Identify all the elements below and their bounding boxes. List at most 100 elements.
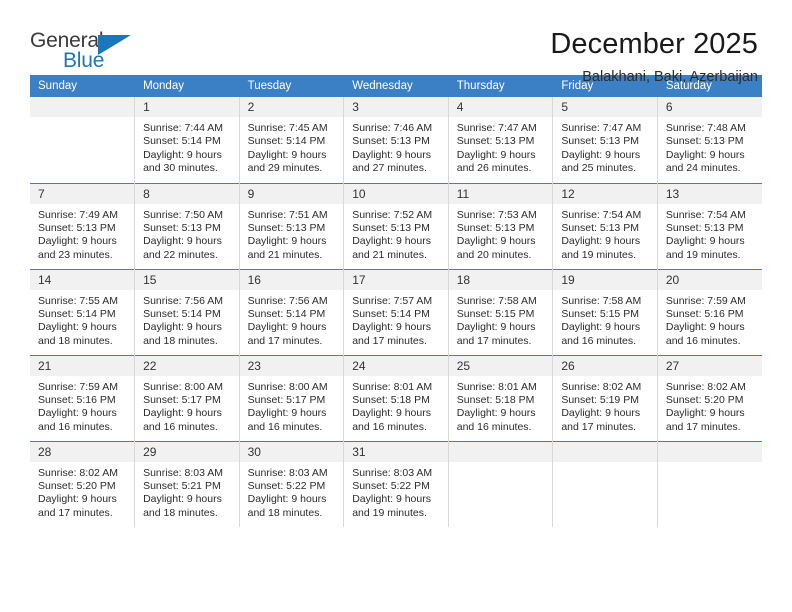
sunset-text: Sunset: 5:14 PM xyxy=(247,135,326,148)
day-details: Sunrise: 7:55 AM Sunset: 5:14 PM Dayligh… xyxy=(30,290,134,349)
sunrise-text: Sunrise: 7:47 AM xyxy=(561,122,642,134)
sunrise-text: Sunrise: 7:59 AM xyxy=(38,380,118,393)
calendar-day-cell[interactable]: 13 Sunrise: 7:54 AM Sunset: 5:13 PM Dayl… xyxy=(657,182,762,269)
calendar-day-cell[interactable]: 21 Sunrise: 7:59 AM Sunset: 5:16 PM Dayl… xyxy=(30,354,136,441)
calendar-day-cell[interactable]: 20 Sunrise: 7:59 AM Sunset: 5:16 PM Dayl… xyxy=(657,268,762,355)
calendar-day-cell[interactable]: 25 Sunrise: 8:01 AM Sunset: 5:18 PM Dayl… xyxy=(448,354,554,441)
weekday-header-wednesday: Wednesday xyxy=(343,75,449,97)
calendar-day-cell[interactable]: 15 Sunrise: 7:56 AM Sunset: 5:14 PM Dayl… xyxy=(134,268,240,355)
day-number: 15 xyxy=(135,269,239,290)
daylight-text-line1: Daylight: 9 hours xyxy=(561,235,641,248)
day-number: 5 xyxy=(553,97,657,117)
brand-logo[interactable]: General Blue xyxy=(30,28,150,76)
calendar-day-cell[interactable]: 10 Sunrise: 7:52 AM Sunset: 5:13 PM Dayl… xyxy=(343,182,449,269)
day-details: Sunrise: 8:01 AM Sunset: 5:18 PM Dayligh… xyxy=(449,376,553,435)
sunset-text: Sunset: 5:14 PM xyxy=(247,307,326,320)
daylight-text-line2: and 16 minutes. xyxy=(247,420,323,433)
calendar-day-cell[interactable]: 3 Sunrise: 7:46 AM Sunset: 5:13 PM Dayli… xyxy=(343,97,449,183)
daylight-text-line1: Daylight: 9 hours xyxy=(143,235,222,248)
calendar-day-cell[interactable]: 1 Sunrise: 7:44 AM Sunset: 5:14 PM Dayli… xyxy=(134,97,240,183)
calendar-day-cell[interactable]: 31 Sunrise: 8:03 AM Sunset: 5:22 PM Dayl… xyxy=(343,440,449,527)
day-details: Sunrise: 7:46 AM Sunset: 5:13 PM Dayligh… xyxy=(344,117,448,176)
calendar-day-cell[interactable]: 24 Sunrise: 8:01 AM Sunset: 5:18 PM Dayl… xyxy=(343,354,449,441)
calendar-day-cell[interactable]: 28 Sunrise: 8:02 AM Sunset: 5:20 PM Dayl… xyxy=(30,440,136,527)
day-details xyxy=(449,462,553,467)
sunrise-text: Sunrise: 7:54 AM xyxy=(665,208,746,221)
sunrise-text: Sunrise: 7:57 AM xyxy=(352,294,433,307)
sunrise-text: Sunrise: 7:55 AM xyxy=(38,294,118,307)
sunset-text: Sunset: 5:13 PM xyxy=(665,221,744,234)
sunrise-text: Sunrise: 7:51 AM xyxy=(247,208,328,221)
sunrise-text: Sunrise: 7:58 AM xyxy=(456,294,537,307)
calendar-day-cell[interactable]: 22 Sunrise: 8:00 AM Sunset: 5:17 PM Dayl… xyxy=(134,354,240,441)
calendar-day-cell[interactable]: 16 Sunrise: 7:56 AM Sunset: 5:14 PM Dayl… xyxy=(239,268,345,355)
sunrise-text: Sunrise: 8:03 AM xyxy=(352,466,433,479)
sunset-text: Sunset: 5:18 PM xyxy=(456,393,535,406)
daylight-text-line2: and 16 minutes. xyxy=(143,420,218,433)
calendar-day-cell[interactable]: 18 Sunrise: 7:58 AM Sunset: 5:15 PM Dayl… xyxy=(448,268,554,355)
day-details: Sunrise: 7:49 AM Sunset: 5:13 PM Dayligh… xyxy=(30,204,134,263)
daylight-text-line1: Daylight: 9 hours xyxy=(456,321,536,334)
daylight-text-line1: Daylight: 9 hours xyxy=(38,493,117,506)
calendar-day-cell[interactable]: 6 Sunrise: 7:48 AM Sunset: 5:13 PM Dayli… xyxy=(657,97,762,183)
calendar-day-cell[interactable]: 29 Sunrise: 8:03 AM Sunset: 5:21 PM Dayl… xyxy=(134,440,240,527)
daylight-text-line1: Daylight: 9 hours xyxy=(38,321,117,334)
calendar-day-cell[interactable]: 8 Sunrise: 7:50 AM Sunset: 5:13 PM Dayli… xyxy=(134,182,240,269)
calendar-day-cell[interactable]: 30 Sunrise: 8:03 AM Sunset: 5:22 PM Dayl… xyxy=(239,440,345,527)
weekday-header-sunday: Sunday xyxy=(30,75,136,97)
calendar-day-cell[interactable]: 17 Sunrise: 7:57 AM Sunset: 5:14 PM Dayl… xyxy=(343,268,449,355)
calendar-week-row: 21 Sunrise: 7:59 AM Sunset: 5:16 PM Dayl… xyxy=(30,354,762,441)
daylight-text-line2: and 16 minutes. xyxy=(352,420,427,433)
day-details: Sunrise: 7:51 AM Sunset: 5:13 PM Dayligh… xyxy=(240,204,344,263)
sunrise-text: Sunrise: 7:44 AM xyxy=(143,122,224,134)
day-number xyxy=(657,441,762,462)
day-number: 11 xyxy=(448,183,553,204)
calendar-day-cell[interactable]: 2 Sunrise: 7:45 AM Sunset: 5:14 PM Dayli… xyxy=(239,97,345,183)
daylight-text-line2: and 21 minutes. xyxy=(352,248,427,261)
daylight-text-line2: and 19 minutes. xyxy=(352,506,427,519)
daylight-text-line1: Daylight: 9 hours xyxy=(352,235,431,248)
daylight-text-line1: Daylight: 9 hours xyxy=(247,321,327,334)
page-title: December 2025 xyxy=(550,28,758,60)
sunrise-text: Sunrise: 8:01 AM xyxy=(456,380,537,393)
sunrise-text: Sunrise: 7:49 AM xyxy=(38,208,118,221)
sunrise-text: Sunrise: 8:00 AM xyxy=(143,380,224,393)
sunset-text: Sunset: 5:22 PM xyxy=(247,479,326,492)
daylight-text-line2: and 25 minutes. xyxy=(561,162,637,175)
daylight-text-line1: Daylight: 9 hours xyxy=(143,493,222,506)
daylight-text-line1: Daylight: 9 hours xyxy=(456,148,536,161)
calendar-day-cell[interactable]: 4 Sunrise: 7:47 AM Sunset: 5:13 PM Dayli… xyxy=(448,97,554,183)
sunrise-text: Sunrise: 7:46 AM xyxy=(352,122,433,134)
sunset-text: Sunset: 5:20 PM xyxy=(38,479,116,492)
calendar-day-cell[interactable]: 14 Sunrise: 7:55 AM Sunset: 5:14 PM Dayl… xyxy=(30,268,136,355)
sunrise-text: Sunrise: 7:50 AM xyxy=(143,208,224,221)
daylight-text-line1: Daylight: 9 hours xyxy=(352,407,431,420)
day-details: Sunrise: 8:02 AM Sunset: 5:19 PM Dayligh… xyxy=(553,376,657,435)
daylight-text-line2: and 16 minutes. xyxy=(38,420,113,433)
calendar-day-cell[interactable]: 27 Sunrise: 8:02 AM Sunset: 5:20 PM Dayl… xyxy=(657,354,762,441)
sunrise-text: Sunrise: 8:03 AM xyxy=(247,466,328,479)
daylight-text-line2: and 17 minutes. xyxy=(247,334,323,347)
calendar-day-cell[interactable]: 7 Sunrise: 7:49 AM Sunset: 5:13 PM Dayli… xyxy=(30,182,136,269)
day-details: Sunrise: 7:58 AM Sunset: 5:15 PM Dayligh… xyxy=(449,290,553,349)
sunset-text: Sunset: 5:20 PM xyxy=(665,393,744,406)
calendar-day-cell[interactable]: 26 Sunrise: 8:02 AM Sunset: 5:19 PM Dayl… xyxy=(552,354,658,441)
sunset-text: Sunset: 5:13 PM xyxy=(143,221,221,234)
daylight-text-line2: and 18 minutes. xyxy=(143,506,218,519)
day-details: Sunrise: 8:02 AM Sunset: 5:20 PM Dayligh… xyxy=(30,462,134,521)
calendar-day-cell[interactable]: 5 Sunrise: 7:47 AM Sunset: 5:13 PM Dayli… xyxy=(552,97,658,183)
calendar-day-cell[interactable]: 12 Sunrise: 7:54 AM Sunset: 5:13 PM Dayl… xyxy=(552,182,658,269)
sunrise-text: Sunrise: 7:58 AM xyxy=(561,294,642,307)
calendar-table: Sunday Monday Tuesday Wednesday Thursday… xyxy=(30,75,762,527)
daylight-text-line2: and 27 minutes. xyxy=(352,162,427,175)
calendar-day-cell[interactable]: 11 Sunrise: 7:53 AM Sunset: 5:13 PM Dayl… xyxy=(448,182,554,269)
daylight-text-line1: Daylight: 9 hours xyxy=(247,148,327,161)
calendar-day-cell[interactable]: 9 Sunrise: 7:51 AM Sunset: 5:13 PM Dayli… xyxy=(239,182,345,269)
day-number: 10 xyxy=(344,183,448,204)
page-header: General Blue December 2025 Balakhani, Ba… xyxy=(0,0,792,85)
day-number: 17 xyxy=(344,269,448,290)
calendar-day-cell[interactable]: 23 Sunrise: 8:00 AM Sunset: 5:17 PM Dayl… xyxy=(239,354,345,441)
day-details xyxy=(658,462,762,467)
day-details: Sunrise: 8:00 AM Sunset: 5:17 PM Dayligh… xyxy=(135,376,239,435)
calendar-day-cell[interactable]: 19 Sunrise: 7:58 AM Sunset: 5:15 PM Dayl… xyxy=(552,268,658,355)
